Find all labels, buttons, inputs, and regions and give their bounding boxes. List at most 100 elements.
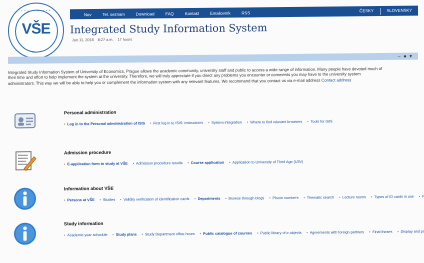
section-link[interactable]: Public catalogue of courses [203, 231, 252, 236]
top-nav-link[interactable]: Tel. seznam [102, 11, 124, 16]
bullet: • [64, 122, 66, 127]
date-text: Jun 11, 2018 [72, 38, 94, 43]
bullet: • [187, 161, 189, 166]
section-link[interactable]: Validity verification of identification … [123, 197, 189, 202]
section-heading: Information about VŠE [64, 185, 114, 192]
section-link[interactable]: Tools for ISIS [311, 120, 333, 124]
top-nav-link[interactable]: FAQ [165, 11, 173, 16]
section-body: Personal administration • Log in to the P… [64, 107, 404, 128]
bullet: • [339, 195, 341, 200]
section-link[interactable]: Public library of e-objects [260, 231, 301, 235]
bullet: • [141, 232, 143, 237]
elapsed-text: 17 hours [117, 37, 133, 42]
bullet: • [307, 119, 309, 124]
intro-paragraph: Integrated Study Information System of U… [8, 66, 388, 86]
section-link[interactable]: Departments [198, 197, 221, 201]
divider [379, 7, 381, 15]
bullet: • [306, 230, 308, 235]
section-link[interactable]: Phone numbers [273, 196, 299, 200]
collapse-icon[interactable]: – [398, 53, 401, 59]
top-nav-link[interactable]: Kontakt [185, 10, 199, 15]
bullet: • [112, 232, 114, 237]
edit-form-icon [15, 151, 37, 172]
top-nav-link[interactable]: RSS [242, 10, 251, 15]
language-switcher: ČESKY SLOVENSKY [359, 7, 412, 15]
section-study-information: Study information • Academic year schedul… [8, 216, 424, 245]
page-title: Integrated Study Information System [70, 22, 268, 37]
section-link[interactable]: Final theses [372, 230, 392, 234]
section-information-about-vse: Information about VŠE • Persons at VŠE • St… [8, 181, 424, 210]
expand-icon[interactable]: ▾ [409, 53, 412, 59]
section-link[interactable]: Display and print the course credit plan [401, 229, 424, 234]
section-heading: Study information [64, 220, 104, 227]
bullet: • [369, 230, 371, 235]
bullet: • [418, 194, 421, 199]
bullet: • [397, 229, 399, 234]
top-nav-link[interactable]: Nov [84, 12, 91, 17]
info-icon [14, 222, 36, 245]
bullet: • [257, 231, 259, 236]
section-link[interactable]: Study Department office hours [145, 232, 195, 237]
bullet: • [208, 120, 210, 125]
section-link[interactable]: Agreements with foreign partners [310, 230, 364, 235]
section-body: Admission procedure • E-application form … [64, 147, 404, 168]
section-links: • Academic year schedule • Study plans • Stud… [64, 229, 424, 239]
bullet: • [149, 121, 152, 126]
bullet: • [225, 196, 227, 201]
bullet: • [246, 120, 249, 125]
top-nav-link[interactable]: Download [136, 11, 155, 16]
top-navigation-bar: Nov Tel. seznam Download FAQ Kontakt Emailovn… [70, 5, 418, 20]
page: Nov Tel. seznam Download FAQ Kontakt Emailovn… [0, 0, 424, 256]
section-link[interactable]: Log in to the Personal administration of… [67, 121, 145, 126]
bullet: • [303, 195, 305, 200]
bullet: • [132, 161, 135, 166]
person-card-icon [14, 113, 36, 129]
section-link[interactable]: Where to find relevant browsers [250, 120, 302, 125]
logo-letters: VŠE [21, 20, 51, 38]
section-link[interactable]: E-application form to study at VŠE [67, 162, 127, 167]
bullet: • [99, 197, 101, 202]
section-heading: Admission procedure [64, 149, 112, 156]
bullet: • [64, 162, 66, 167]
bullet: • [194, 196, 196, 201]
section-body: Information about VŠE • Persons at VŠE • St… [64, 183, 424, 204]
bullet: • [199, 231, 202, 236]
section-link[interactable]: Course application [191, 161, 224, 165]
time-text: 8:27 a.m. [97, 37, 114, 42]
bullet: • [120, 197, 122, 202]
top-nav-links: Nov Tel. seznam Download FAQ Kontakt Emailovn… [84, 10, 250, 17]
section-links: • Log in to the Personal administration o… [64, 119, 404, 128]
header-meta: Jun 11, 2018 8:27 a.m. 17 hours [72, 38, 132, 43]
bullet: • [64, 233, 66, 238]
logo-ring-text: • • • • • • • • • • [21, 8, 51, 13]
lang-czech-link[interactable]: ČESKY [359, 8, 373, 15]
section-link[interactable]: Study plans [116, 233, 137, 237]
section-link[interactable]: First log in to ISIS: instructions [153, 121, 203, 126]
bullet: • [64, 198, 66, 203]
intro-text: Integrated Study Information System of U… [8, 65, 383, 86]
section-link[interactable]: System integration [211, 120, 242, 124]
section-heading: Personal administration [64, 109, 117, 116]
section-links: • E-application form to study at VŠE • Admi… [64, 159, 404, 168]
section-link[interactable]: Persons at VŠE [67, 198, 94, 202]
section-links: • Persons at VŠE • Studies • Validity verific… [64, 194, 424, 204]
section-link[interactable]: Types of ID cards in use [374, 195, 414, 199]
section-link[interactable]: Application to University of Third Age (… [232, 160, 303, 165]
section-link[interactable]: Thematic search [307, 196, 334, 200]
section-link[interactable]: Admission procedure results [136, 161, 183, 165]
contact-address-link[interactable]: Contact address [321, 77, 351, 82]
section-link[interactable]: Lecture rooms [342, 195, 366, 199]
top-nav-link[interactable]: Emailovník [210, 10, 230, 15]
university-logo[interactable]: • • • • • • • • • • VŠE [8, 2, 64, 59]
bullet: • [269, 196, 271, 201]
section-link[interactable]: Academic year schedule [67, 233, 107, 237]
bullet: • [229, 160, 231, 165]
section-admission-procedure: Admission procedure • E-application form … [8, 145, 408, 172]
section-body: Study information • Academic year schedul… [64, 218, 424, 239]
section-link[interactable]: Studies [103, 198, 115, 202]
info-icon [14, 187, 36, 210]
section-link[interactable]: Browse through blogs [229, 196, 265, 200]
settings-icon[interactable]: ● [403, 53, 406, 59]
lang-slovak-link[interactable]: SLOVENSKY [387, 7, 412, 14]
section-personal-administration: Personal administration • Log in to the P… [8, 105, 408, 129]
